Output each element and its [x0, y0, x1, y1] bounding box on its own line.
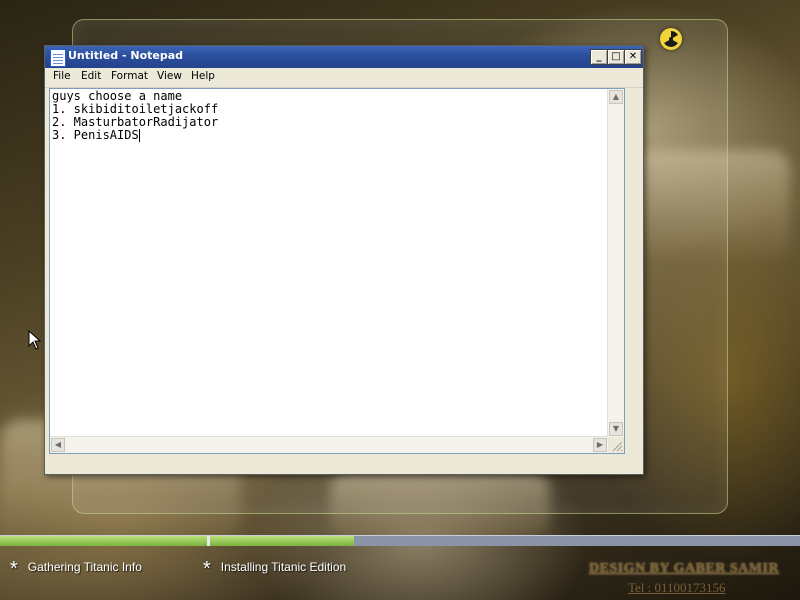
mouse-cursor-icon — [28, 329, 42, 354]
progress-segment-current — [210, 536, 354, 546]
install-step: * Gathering Titanic Info — [10, 558, 142, 581]
notepad-window[interactable]: Untitled - Notepad _ □ ✕ File Edit Forma… — [44, 45, 644, 475]
menu-view[interactable]: View — [157, 70, 182, 82]
star-icon: * — [203, 558, 211, 580]
scroll-left-arrow-icon[interactable]: ◀ — [51, 438, 65, 452]
text-content[interactable]: guys choose a name 1. skibiditoiletjackof… — [52, 90, 604, 435]
step-label: Gathering Titanic Info — [27, 560, 142, 574]
menu-file[interactable]: File — [53, 70, 71, 82]
close-button[interactable]: ✕ — [624, 49, 642, 65]
designer-phone: Tel : 01100173156 — [628, 580, 726, 595]
scroll-up-arrow-icon[interactable]: ▲ — [609, 90, 623, 104]
text-editor[interactable]: guys choose a name 1. skibiditoiletjackof… — [49, 88, 625, 454]
resize-grip-icon[interactable] — [608, 437, 624, 453]
text-line-current: 3. PenisAIDS — [52, 129, 604, 142]
horizontal-scrollbar[interactable]: ◀ ▶ — [50, 436, 608, 453]
text-line: 3. PenisAIDS — [52, 128, 139, 142]
star-icon: * — [10, 558, 18, 580]
menu-bar: File Edit Format View Help — [45, 68, 643, 88]
text-caret — [138, 129, 140, 142]
window-title: Untitled - Notepad — [68, 49, 184, 62]
menu-edit[interactable]: Edit — [81, 70, 101, 82]
notepad-icon — [50, 49, 66, 67]
progress-segment-complete — [0, 536, 207, 546]
install-step: * Installing Titanic Edition — [203, 558, 346, 581]
install-progress-bar — [0, 535, 800, 546]
vertical-scrollbar[interactable]: ▲ ▼ — [607, 89, 624, 437]
step-label: Installing Titanic Edition — [220, 560, 347, 574]
minimize-button[interactable]: _ — [590, 49, 608, 65]
menu-format[interactable]: Format — [111, 70, 148, 82]
title-bar[interactable]: Untitled - Notepad _ □ ✕ — [45, 46, 643, 68]
menu-help[interactable]: Help — [191, 70, 215, 82]
scroll-right-arrow-icon[interactable]: ▶ — [593, 438, 607, 452]
radiation-icon — [660, 28, 682, 50]
scroll-down-arrow-icon[interactable]: ▼ — [609, 422, 623, 436]
designer-credit: DESIGN BY GABER SAMIR — [589, 561, 780, 576]
maximize-button[interactable]: □ — [607, 49, 625, 65]
